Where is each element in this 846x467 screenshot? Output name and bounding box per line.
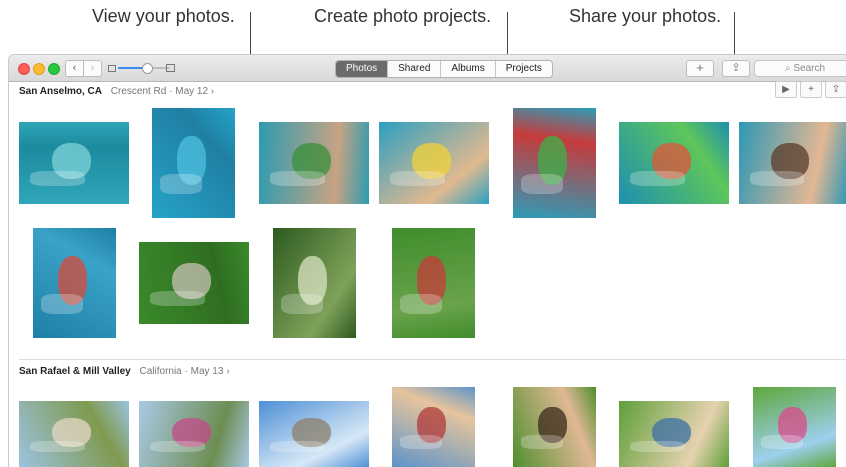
photo-thumbnail[interactable] — [619, 401, 729, 467]
minimize-window-button[interactable] — [33, 63, 45, 75]
forward-button[interactable]: › — [83, 60, 102, 77]
moment-sublocation[interactable]: Crescent Rd — [111, 86, 167, 97]
add-button[interactable]: + — [686, 60, 714, 77]
photo-highlight-shape — [270, 440, 325, 453]
photo-highlight-shape — [30, 171, 85, 186]
photo-thumbnail[interactable] — [152, 108, 235, 218]
photo-highlight-shape — [150, 440, 205, 453]
photo-thumbnail[interactable] — [19, 122, 129, 204]
photo-highlight-shape — [160, 174, 202, 194]
moment-place: San Rafael & Mill Valley — [19, 366, 131, 377]
photo-thumbnail[interactable] — [273, 228, 356, 338]
photo-thumbnail[interactable] — [33, 228, 116, 338]
toolbar: ‹ › Photos Shared Albums Projects + ⇪ ⌕ … — [9, 55, 846, 82]
tab-albums[interactable]: Albums — [441, 61, 496, 77]
photo-highlight-shape — [390, 171, 445, 186]
back-button[interactable]: ‹ — [65, 60, 84, 77]
moment-sublocation[interactable]: California — [140, 366, 182, 377]
callout-share-photos: Share your photos. — [569, 6, 722, 26]
zoom-slider[interactable] — [118, 63, 170, 74]
photo-highlight-shape — [521, 174, 563, 194]
zoom-in-icon — [166, 64, 175, 72]
photo-highlight-shape — [270, 171, 325, 186]
fullscreen-window-button[interactable] — [48, 63, 60, 75]
photo-highlight-shape — [630, 440, 685, 453]
photo-thumbnail[interactable] — [19, 401, 129, 467]
photo-highlight-shape — [30, 440, 85, 453]
close-window-button[interactable] — [18, 63, 30, 75]
photo-thumbnail[interactable] — [513, 108, 596, 218]
tab-projects[interactable]: Projects — [496, 61, 552, 77]
photo-thumbnail[interactable] — [379, 122, 489, 204]
play-slideshow-button[interactable]: ▶ — [775, 81, 797, 98]
moment-header-2: San Rafael & Mill Valley California · Ma… — [19, 366, 230, 377]
photo-thumbnail[interactable] — [259, 401, 369, 467]
zoom-out-icon — [108, 65, 116, 72]
photo-thumbnail[interactable] — [392, 228, 475, 338]
tab-shared[interactable]: Shared — [388, 61, 442, 77]
photo-highlight-shape — [41, 294, 83, 314]
moment-share-button[interactable]: ⇪ — [825, 81, 846, 98]
moment-place: San Anselmo, CA — [19, 86, 102, 97]
photo-highlight-shape — [150, 291, 205, 306]
photos-window: ‹ › Photos Shared Albums Projects + ⇪ ⌕ … — [8, 54, 846, 467]
photo-thumbnail[interactable] — [259, 122, 369, 204]
view-tabs: Photos Shared Albums Projects — [335, 60, 553, 78]
photo-highlight-shape — [400, 435, 442, 450]
add-to-button[interactable]: + — [800, 81, 822, 98]
moment-actions: ▶ + ⇪ — [772, 81, 846, 98]
photo-thumbnail[interactable] — [753, 387, 836, 467]
photo-highlight-shape — [400, 294, 442, 314]
share-button[interactable]: ⇪ — [722, 60, 750, 77]
search-field[interactable]: ⌕ Search — [754, 60, 846, 77]
photo-thumbnail[interactable] — [619, 122, 729, 204]
moment-header-1: San Anselmo, CA Crescent Rd · May 12 › — [19, 86, 214, 97]
photo-highlight-shape — [749, 171, 804, 186]
photo-highlight-shape — [281, 294, 323, 314]
callout-view-photos: View your photos. — [92, 6, 235, 26]
callout-create-projects: Create photo projects. — [314, 6, 492, 26]
photo-highlight-shape — [630, 171, 685, 186]
moment-date[interactable]: · May 12 › — [169, 86, 214, 97]
moment-divider — [19, 359, 846, 360]
photo-thumbnail[interactable] — [139, 401, 249, 467]
moment-date[interactable]: · May 13 › — [185, 366, 230, 377]
photo-thumbnail[interactable] — [392, 387, 475, 467]
photo-highlight-shape — [761, 435, 803, 450]
zoom-slider-knob[interactable] — [141, 63, 153, 74]
photo-thumbnail[interactable] — [739, 122, 846, 204]
photo-thumbnail[interactable] — [139, 242, 249, 324]
photo-highlight-shape — [521, 435, 563, 450]
tab-photos[interactable]: Photos — [336, 61, 389, 77]
photo-thumbnail[interactable] — [513, 387, 596, 467]
